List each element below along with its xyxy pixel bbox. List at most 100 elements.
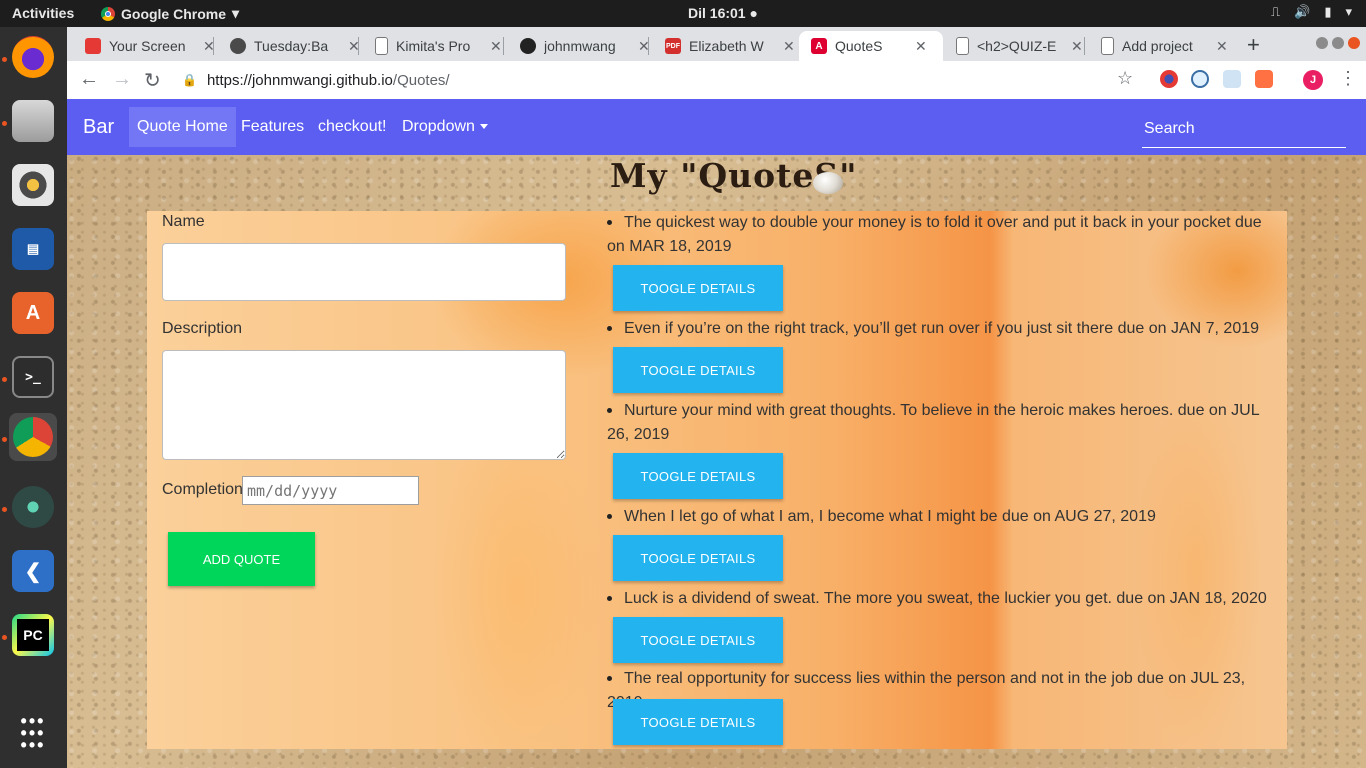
tab-title: Kimita's Pro xyxy=(396,38,471,54)
dock-chrome[interactable] xyxy=(9,413,57,461)
dock-rhythmbox[interactable] xyxy=(9,161,57,209)
nav-link-checkout[interactable]: checkout! xyxy=(310,107,394,147)
name-field[interactable] xyxy=(162,243,566,301)
bookmark-star-icon[interactable]: ☆ xyxy=(1117,68,1133,89)
dock-files[interactable] xyxy=(9,97,57,145)
terminal-icon: >_ xyxy=(12,356,54,398)
clock[interactable]: Dil 16:01 ● xyxy=(688,5,758,21)
caret-down-icon xyxy=(479,124,488,130)
tab[interactable]: <h2>QUIZ-E ✕ xyxy=(938,31,1083,61)
profile-avatar[interactable]: J xyxy=(1303,70,1323,90)
toggle-details-button[interactable]: TOOGLE DETAILS xyxy=(613,265,783,311)
nav-link-quote-home[interactable]: Quote Home xyxy=(129,107,236,147)
new-tab-button[interactable]: + xyxy=(1247,32,1260,58)
reload-button[interactable]: ↻ xyxy=(144,68,161,93)
battery-icon: ▮ xyxy=(1324,4,1332,19)
url-path: /Quotes/ xyxy=(392,71,450,89)
list-item: Nurture your mind with great thoughts. T… xyxy=(607,399,1283,447)
running-indicator xyxy=(2,57,7,62)
add-quote-button[interactable]: ADD QUOTE xyxy=(168,532,315,586)
minimize-button[interactable] xyxy=(1316,37,1328,49)
menu-icon[interactable]: ⋮ xyxy=(1339,68,1357,89)
toggle-details-button[interactable]: TOOGLE DETAILS xyxy=(613,347,783,393)
extension-icon[interactable] xyxy=(1160,70,1178,88)
tab-title: Elizabeth W xyxy=(689,38,764,54)
bullet-icon xyxy=(607,596,612,602)
tab-strip: Your Screen ✕ Tuesday:Ba ✕ Kimita's Pro … xyxy=(67,27,1366,61)
close-icon[interactable]: ✕ xyxy=(915,38,927,55)
tab[interactable]: Your Screen ✕ xyxy=(67,31,215,61)
volume-icon: 🔊 xyxy=(1294,4,1311,19)
description-field[interactable] xyxy=(162,350,566,460)
dock-software[interactable]: A xyxy=(9,289,57,337)
app-menu[interactable]: Google Chrome ▾ xyxy=(101,5,239,22)
quotes-panel: Name Description Completion ADD QUOTE Th… xyxy=(147,211,1287,749)
navbar-brand[interactable]: Bar xyxy=(83,116,114,139)
chrome-icon xyxy=(101,6,115,21)
toggle-details-button[interactable]: TOOGLE DETAILS xyxy=(613,535,783,581)
dock-atom[interactable] xyxy=(9,483,57,531)
nav-dropdown-label: Dropdown xyxy=(402,118,475,135)
tab[interactable]: Add project ✕ xyxy=(1083,31,1228,61)
app-menu-label: Google Chrome xyxy=(121,5,227,22)
running-indicator xyxy=(2,507,7,512)
list-item: The quickest way to double your money is… xyxy=(607,211,1283,259)
pdf-icon: PDF xyxy=(665,38,681,54)
dock-terminal[interactable]: >_ xyxy=(9,353,57,401)
search-input[interactable] xyxy=(1142,111,1346,148)
description-label: Description xyxy=(162,320,243,337)
tab-active[interactable]: A QuoteS ✕ xyxy=(799,31,943,61)
shopping-bag-icon: A xyxy=(12,292,54,334)
dock-vscode[interactable]: ❮ xyxy=(9,547,57,595)
dock-firefox[interactable] xyxy=(9,33,57,81)
tab-title: QuoteS xyxy=(835,38,883,54)
tab[interactable]: Tuesday:Ba ✕ xyxy=(212,31,360,61)
tab[interactable]: Kimita's Pro ✕ xyxy=(357,31,502,61)
system-top-bar: Activities Google Chrome ▾ Dil 16:01 ● ⎍… xyxy=(0,0,1366,27)
magnifier-extension-icon[interactable] xyxy=(1191,70,1209,88)
dock-writer[interactable]: ▤ xyxy=(9,225,57,273)
nav-dropdown[interactable]: Dropdown xyxy=(394,107,496,147)
toggle-details-button[interactable]: TOOGLE DETAILS xyxy=(613,617,783,663)
site-navbar: Bar Quote Home Features checkout! Dropdo… xyxy=(67,99,1366,155)
name-label: Name xyxy=(162,213,205,230)
close-icon[interactable]: ✕ xyxy=(1216,38,1228,55)
running-indicator xyxy=(2,121,7,126)
forward-button[interactable]: → xyxy=(112,68,132,91)
page-content: Bar Quote Home Features checkout! Dropdo… xyxy=(67,99,1366,768)
back-button[interactable]: ← xyxy=(79,68,99,91)
address-bar[interactable]: 🔒 https://johnmwangi.github.io/Quotes/ xyxy=(182,65,1102,95)
close-window-button[interactable] xyxy=(1348,37,1360,49)
completion-date-field[interactable] xyxy=(242,476,419,505)
maximize-button[interactable] xyxy=(1332,37,1344,49)
close-icon[interactable]: ✕ xyxy=(490,38,502,55)
toggle-details-button[interactable]: TOOGLE DETAILS xyxy=(613,453,783,499)
bullet-icon xyxy=(607,514,612,520)
recording-icon xyxy=(85,38,101,54)
running-indicator xyxy=(2,437,7,442)
system-tray[interactable]: ⎍ 🔊 ▮ ▾ xyxy=(1271,4,1352,20)
bullet-icon xyxy=(607,676,612,682)
quote-text: Luck is a dividend of sweat. The more yo… xyxy=(624,590,1267,607)
dock-show-apps[interactable]: ••• ••• ••• xyxy=(9,709,57,757)
activities-button[interactable]: Activities xyxy=(12,5,74,21)
close-icon[interactable]: ✕ xyxy=(783,38,795,55)
window-controls xyxy=(1316,37,1360,49)
tab-title: Add project xyxy=(1122,38,1193,54)
screenshot-extension-icon[interactable] xyxy=(1223,70,1241,88)
atom-icon xyxy=(12,486,54,528)
angular-icon: A xyxy=(811,38,827,54)
nav-link-features[interactable]: Features xyxy=(233,107,312,147)
toggle-details-button[interactable]: TOOGLE DETAILS xyxy=(613,699,783,745)
tab-title: johnmwang xyxy=(544,38,616,54)
cast-extension-icon[interactable] xyxy=(1255,70,1273,88)
tab[interactable]: PDF Elizabeth W ✕ xyxy=(647,31,795,61)
chevron-down-icon: ▾ xyxy=(232,5,240,21)
list-item: When I let go of what I am, I become wha… xyxy=(607,505,1283,529)
bullet-icon xyxy=(607,220,612,226)
quote-text: Nurture your mind with great thoughts. T… xyxy=(607,402,1260,443)
close-icon[interactable]: ✕ xyxy=(1071,38,1083,55)
tab[interactable]: johnmwang ✕ xyxy=(502,31,650,61)
list-item: Even if you’re on the right track, you’l… xyxy=(607,317,1283,341)
dock-pycharm[interactable]: PC xyxy=(9,611,57,659)
